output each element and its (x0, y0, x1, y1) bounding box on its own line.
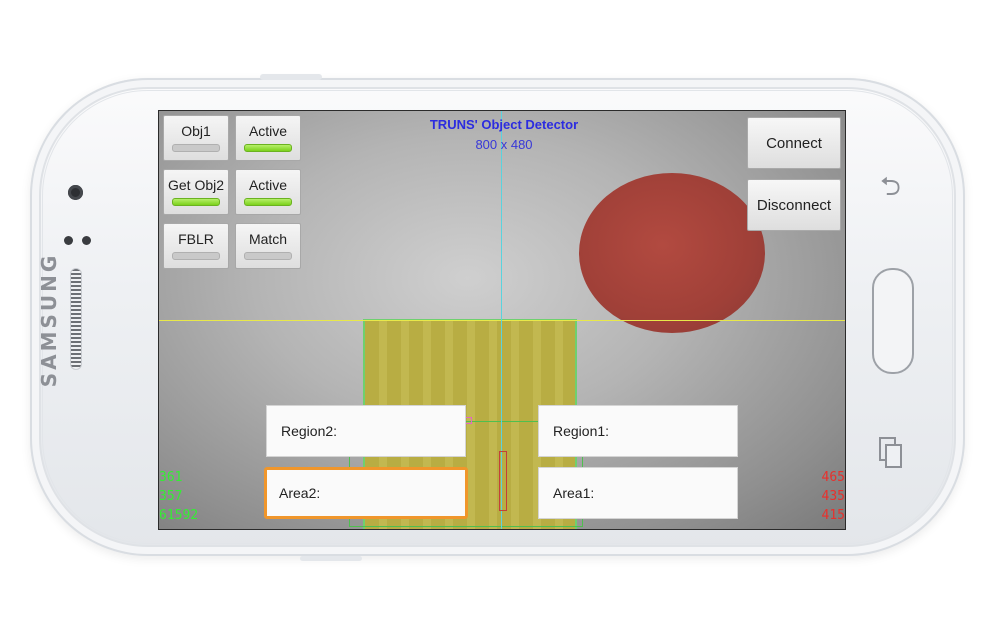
power-button (300, 556, 362, 561)
center-marker (499, 451, 507, 511)
toggle-indicator (244, 144, 292, 152)
sensor-dot (64, 236, 73, 245)
toggle-indicator (244, 252, 292, 260)
stat-value: 61592 (159, 508, 199, 523)
horizontal-guide-line (159, 320, 845, 321)
recent-apps-icon[interactable] (878, 436, 904, 477)
home-button[interactable] (872, 268, 914, 374)
red-ball-object (579, 173, 765, 333)
connect-button[interactable]: Connect (747, 117, 841, 169)
area2-field[interactable]: Area2: (264, 467, 468, 519)
toggle-get-obj2[interactable]: Get Obj2 (163, 169, 229, 215)
toggle-fblr[interactable]: FBLR (163, 223, 229, 269)
volume-button (260, 74, 322, 80)
toggle-active-2[interactable]: Active (235, 169, 301, 215)
sensor-dot (82, 236, 91, 245)
toggle-obj1[interactable]: Obj1 (163, 115, 229, 161)
toggle-indicator (172, 198, 220, 206)
toggle-label: Active (248, 177, 288, 193)
disconnect-button[interactable]: Disconnect (747, 179, 841, 231)
resolution-label: 800 x 480 (475, 137, 533, 152)
toggle-label: Get Obj2 (167, 177, 225, 193)
region1-field[interactable]: Region1: (538, 405, 738, 457)
area1-field[interactable]: Area1: (538, 467, 738, 519)
earpiece-speaker (70, 268, 82, 370)
toggle-label: Obj1 (181, 123, 211, 139)
right-stats: 465 435 415 (822, 468, 845, 525)
toggle-active-1[interactable]: Active (235, 115, 301, 161)
back-arrow-icon[interactable]: ⮌ (880, 168, 901, 212)
target-marker (465, 417, 472, 424)
stat-value: 435 (821, 489, 845, 504)
app-title: TRUNS' Object Detector (429, 117, 579, 132)
toggle-label: FBLR (178, 231, 214, 247)
front-camera (68, 185, 83, 200)
region2-field[interactable]: Region2: (266, 405, 466, 457)
stat-value: 357 (159, 489, 183, 504)
stat-value: 465 (821, 470, 845, 485)
stat-value: 415 (821, 508, 845, 523)
toggle-label: Match (248, 231, 288, 247)
left-stats: 361 357 61592 (159, 468, 198, 525)
toggle-indicator (172, 252, 220, 260)
toggle-label: Active (248, 123, 288, 139)
stat-value: 361 (159, 470, 183, 485)
toggle-indicator (244, 198, 292, 206)
camera-screen: TRUNS' Object Detector 800 x 480 Obj1 Ac… (158, 110, 846, 530)
toggle-indicator (172, 144, 220, 152)
toggle-match[interactable]: Match (235, 223, 301, 269)
brand-logo: SAMSUNG (37, 252, 61, 388)
